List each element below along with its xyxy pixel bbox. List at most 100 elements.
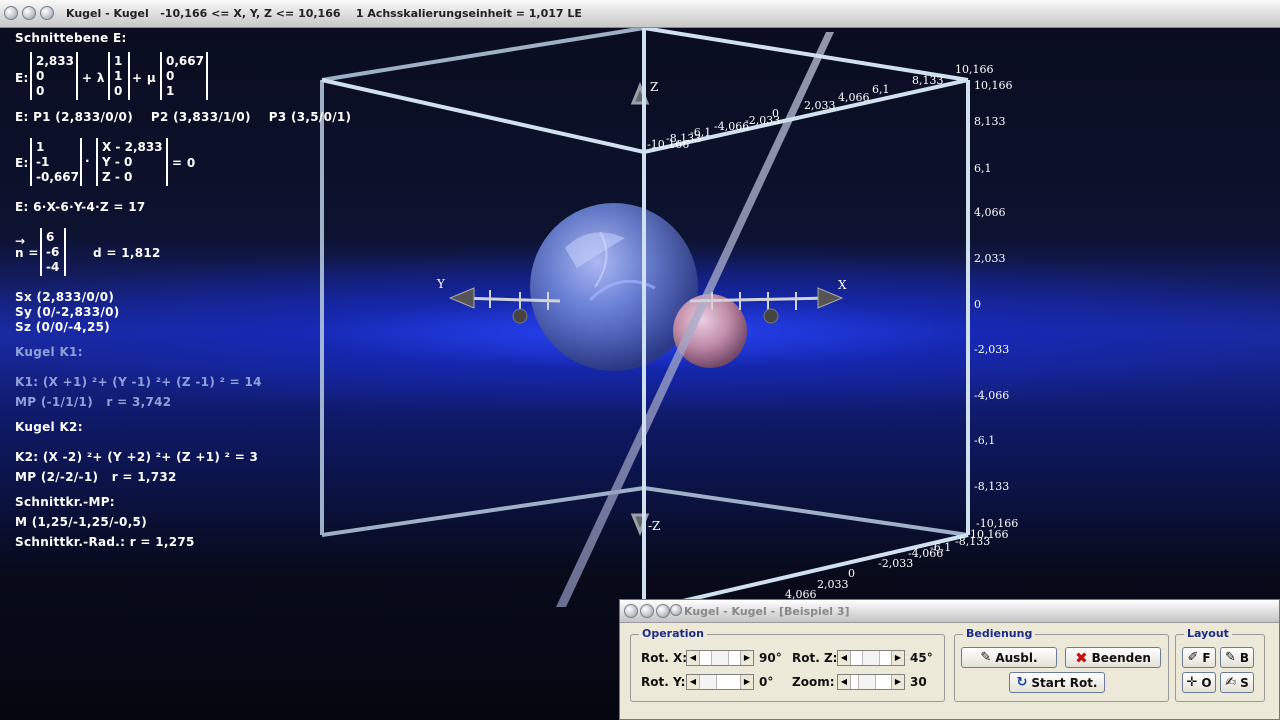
right-axis-tick-label: 8,133: [974, 115, 1006, 128]
bottom-axis-tick-label: -4,066: [908, 547, 943, 560]
bottom-axis-tick-label: 2,033: [817, 578, 849, 591]
circle-center-title: Schnittkr.-MP:: [15, 495, 115, 509]
k2-center-radius: MP (2/-2/-1) r = 1,732: [15, 470, 177, 484]
bedienung-legend: Bedienung: [963, 627, 1036, 640]
trace-sy: Sy (0/-2,833/0): [15, 305, 120, 319]
rot-y-slider[interactable]: ◀ ▶: [686, 674, 754, 690]
right-axis-tick-label: -2,033: [974, 343, 1009, 356]
right-axis-tick-label: -6,1: [974, 434, 995, 447]
plane-title: Schnittebene E:: [15, 31, 127, 45]
right-axis-tick-label: -8,133: [974, 480, 1009, 493]
hide-button[interactable]: ✎ Ausbl.: [961, 647, 1057, 668]
param-vector-0: 2,833 0 0: [30, 52, 78, 100]
rot-y-thumb[interactable]: [699, 675, 717, 689]
distance: d = 1,812: [93, 246, 161, 260]
param-v2-z: 1: [166, 84, 175, 98]
layout-f-label: F: [1202, 650, 1211, 665]
zoom-thumb[interactable]: [858, 675, 876, 689]
neg-z-axis-label: -Z: [648, 519, 660, 533]
paint-icon: ✎: [1224, 650, 1236, 665]
bottom-axis-tick-label: -2,033: [878, 557, 913, 570]
layout-o-button[interactable]: ✛ O: [1182, 672, 1216, 693]
rot-z-thumb[interactable]: [862, 651, 880, 665]
start-rotation-button[interactable]: ↻ Start Rot.: [1009, 672, 1105, 693]
k1-center-radius: MP (-1/1/1) r = 3,742: [15, 395, 172, 409]
rot-x-right-arrow[interactable]: ▶: [740, 651, 753, 665]
y-axis-label: Y: [436, 277, 446, 291]
layout-f-button[interactable]: ✐ F: [1182, 647, 1216, 668]
k2-equation: K2: (X -2) ²+ (Y +2) ²+ (Z +1) ² = 3: [15, 450, 259, 464]
rot-x-label: Rot. X:: [641, 651, 688, 665]
top-axis-tick-label: 4,066: [838, 91, 870, 104]
bedienung-group: Bedienung ✎ Ausbl. ✖ Beenden ↻ Start Rot…: [954, 627, 1169, 702]
rot-z-left-arrow[interactable]: ◀: [838, 651, 851, 665]
layout-legend: Layout: [1184, 627, 1232, 640]
operation-legend: Operation: [639, 627, 707, 640]
param-v2-y: 0: [166, 69, 175, 83]
dot-operator: ·: [85, 154, 90, 168]
brush-icon: ✐: [1187, 650, 1199, 665]
position-vector: X - 2,833 Y - 0 Z - 0: [96, 138, 168, 186]
normal-vec-y: -1: [36, 155, 50, 169]
zoom-slider[interactable]: ◀ ▶: [837, 674, 905, 690]
trace-sx: Sx (2,833/0/0): [15, 290, 115, 304]
bottom-axis-tick-label: -8,133: [955, 535, 990, 548]
window-close-button[interactable]: [4, 6, 18, 20]
panel-close-button[interactable]: [624, 604, 638, 618]
rot-y-right-arrow[interactable]: ▶: [740, 675, 753, 689]
param-v0-x: 2,833: [36, 54, 74, 68]
top-axis-tick-label: -6,1: [690, 126, 711, 139]
n-vec-y: -6: [46, 245, 60, 259]
bottom-axis-tick-label: 0: [848, 567, 855, 580]
window-minimize-button[interactable]: [22, 6, 36, 20]
rot-z-slider[interactable]: ◀ ▶: [837, 650, 905, 666]
zoom-right-arrow[interactable]: ▶: [891, 675, 904, 689]
right-axis-tick-label: -4,066: [974, 389, 1009, 402]
layout-s-button[interactable]: ✍ S: [1220, 672, 1254, 693]
top-axis-tick-label: 8,133: [912, 74, 944, 87]
trace-sz: Sz (0/0/-4,25): [15, 320, 111, 334]
rot-z-value: 45°: [910, 651, 933, 665]
layout-b-button[interactable]: ✎ B: [1220, 647, 1254, 668]
param-v1-z: 0: [114, 84, 123, 98]
param-vector-1: 1 1 0: [108, 52, 130, 100]
rot-x-left-arrow[interactable]: ◀: [687, 651, 700, 665]
layout-s-label: S: [1240, 675, 1249, 690]
param-v1-y: 1: [114, 69, 123, 83]
rot-y-value: 0°: [759, 675, 774, 689]
panel-title-bar: Kugel - Kugel - [Beispiel 3]: [620, 600, 1279, 623]
z-axis-label: Z: [650, 80, 658, 94]
rot-x-slider[interactable]: ◀ ▶: [686, 650, 754, 666]
panel-title: Kugel - Kugel - [Beispiel 3]: [684, 605, 850, 618]
param-v0-z: 0: [36, 84, 45, 98]
layout-o-label: O: [1201, 675, 1212, 690]
k1-title: Kugel K1:: [15, 345, 83, 359]
normal-vec-x: 1: [36, 140, 45, 154]
window-title: Kugel - Kugel -10,166 <= X, Y, Z <= 10,1…: [66, 7, 582, 20]
right-axis-tick-label: 10,166: [974, 79, 1013, 92]
panel-minimize-button[interactable]: [640, 604, 654, 618]
x-axis-label: X: [838, 278, 847, 292]
panel-maximize-button[interactable]: [656, 604, 670, 618]
param-v2-x: 0,667: [166, 54, 204, 68]
hide-button-label: Ausbl.: [995, 650, 1038, 665]
rot-z-right-arrow[interactable]: ▶: [891, 651, 904, 665]
sphere-k2: [673, 294, 747, 368]
normal-n-label: n =: [15, 246, 39, 260]
layout-group: Layout ✐ F ✎ B ✛ O ✍ S: [1175, 627, 1265, 702]
param-vector-2: 0,667 0 1: [160, 52, 208, 100]
rot-x-thumb[interactable]: [711, 651, 729, 665]
window-maximize-button[interactable]: [40, 6, 54, 20]
right-axis-tick-label: 0: [974, 298, 981, 311]
crosshair-icon: ✛: [1186, 675, 1198, 690]
zoom-left-arrow[interactable]: ◀: [838, 675, 851, 689]
zoom-value: 30: [910, 675, 927, 689]
plus-mu: + μ: [132, 71, 156, 85]
quit-button-label: Beenden: [1091, 650, 1151, 665]
panel-menu-button[interactable]: [670, 604, 682, 616]
param-v0-y: 0: [36, 69, 45, 83]
k2-title: Kugel K2:: [15, 420, 83, 434]
quit-button[interactable]: ✖ Beenden: [1065, 647, 1161, 668]
layout-b-label: B: [1239, 650, 1250, 665]
plus-lambda: + λ: [82, 71, 105, 85]
